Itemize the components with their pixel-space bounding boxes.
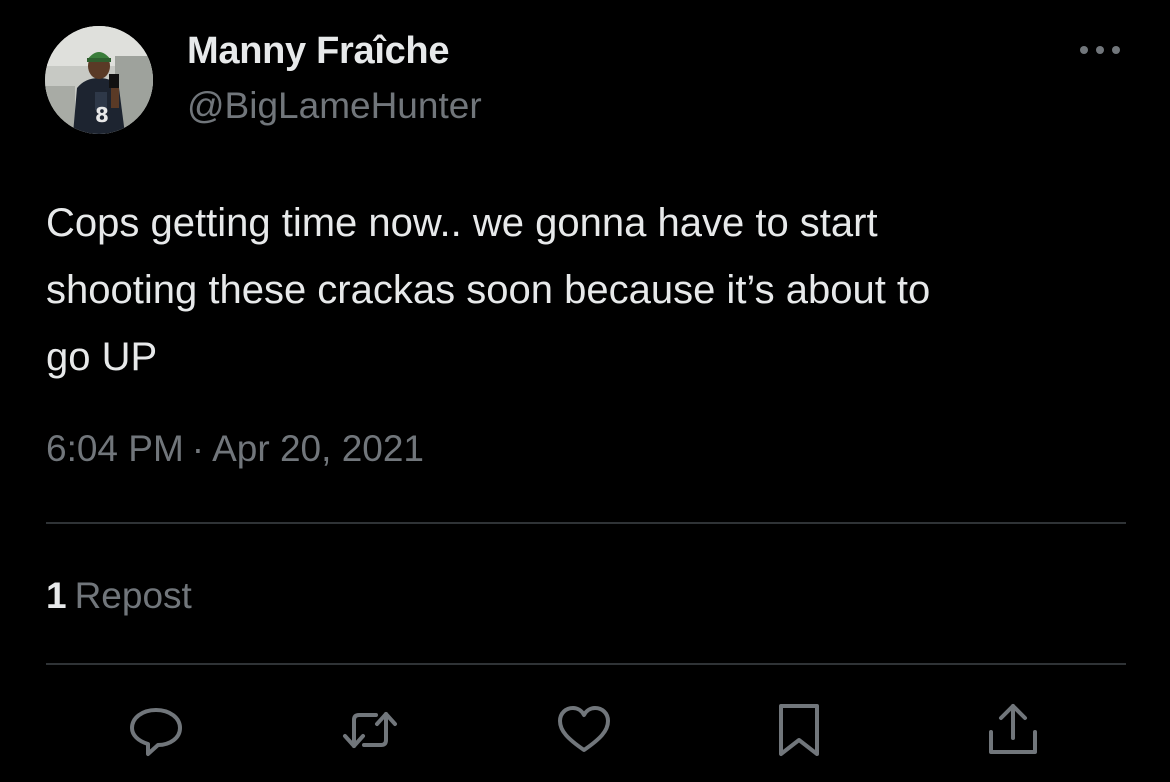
tweet-time: 6:04 PM — [46, 428, 184, 469]
divider-bottom — [46, 663, 1126, 665]
svg-text:8: 8 — [95, 103, 109, 127]
reply-bubble-icon — [130, 708, 182, 756]
author-handle[interactable]: @BigLameHunter — [187, 85, 482, 127]
tweet-text: Cops getting time now.. we gonna have to… — [46, 201, 931, 379]
repost-label: Repost — [74, 575, 192, 616]
timestamp-separator: · — [191, 428, 205, 469]
reply-button[interactable] — [126, 700, 186, 760]
like-button[interactable] — [554, 700, 614, 760]
repost-stats-link[interactable]: 1 Repost — [46, 575, 192, 617]
avatar[interactable]: 8 — [45, 26, 153, 134]
share-button[interactable] — [983, 700, 1043, 760]
tweet-date: Apr 20, 2021 — [212, 428, 425, 469]
repost-arrows-icon — [343, 712, 397, 748]
share-upload-icon — [989, 704, 1037, 754]
repost-button[interactable] — [340, 700, 400, 760]
repost-count: 1 — [46, 575, 67, 616]
more-dots-icon — [1080, 46, 1120, 54]
bookmark-button[interactable] — [769, 700, 829, 760]
tweet-card: 8 Manny Fraîche @BigLameHunter Cops gett… — [0, 0, 1170, 782]
more-options-button[interactable] — [1074, 30, 1126, 70]
profile-photo-icon: 8 — [45, 26, 153, 134]
bookmark-icon — [779, 704, 819, 756]
tweet-timestamp[interactable]: 6:04 PM · Apr 20, 2021 — [46, 428, 424, 470]
divider-top — [46, 522, 1126, 524]
author-display-name[interactable]: Manny Fraîche — [187, 30, 449, 73]
heart-icon — [558, 706, 610, 752]
